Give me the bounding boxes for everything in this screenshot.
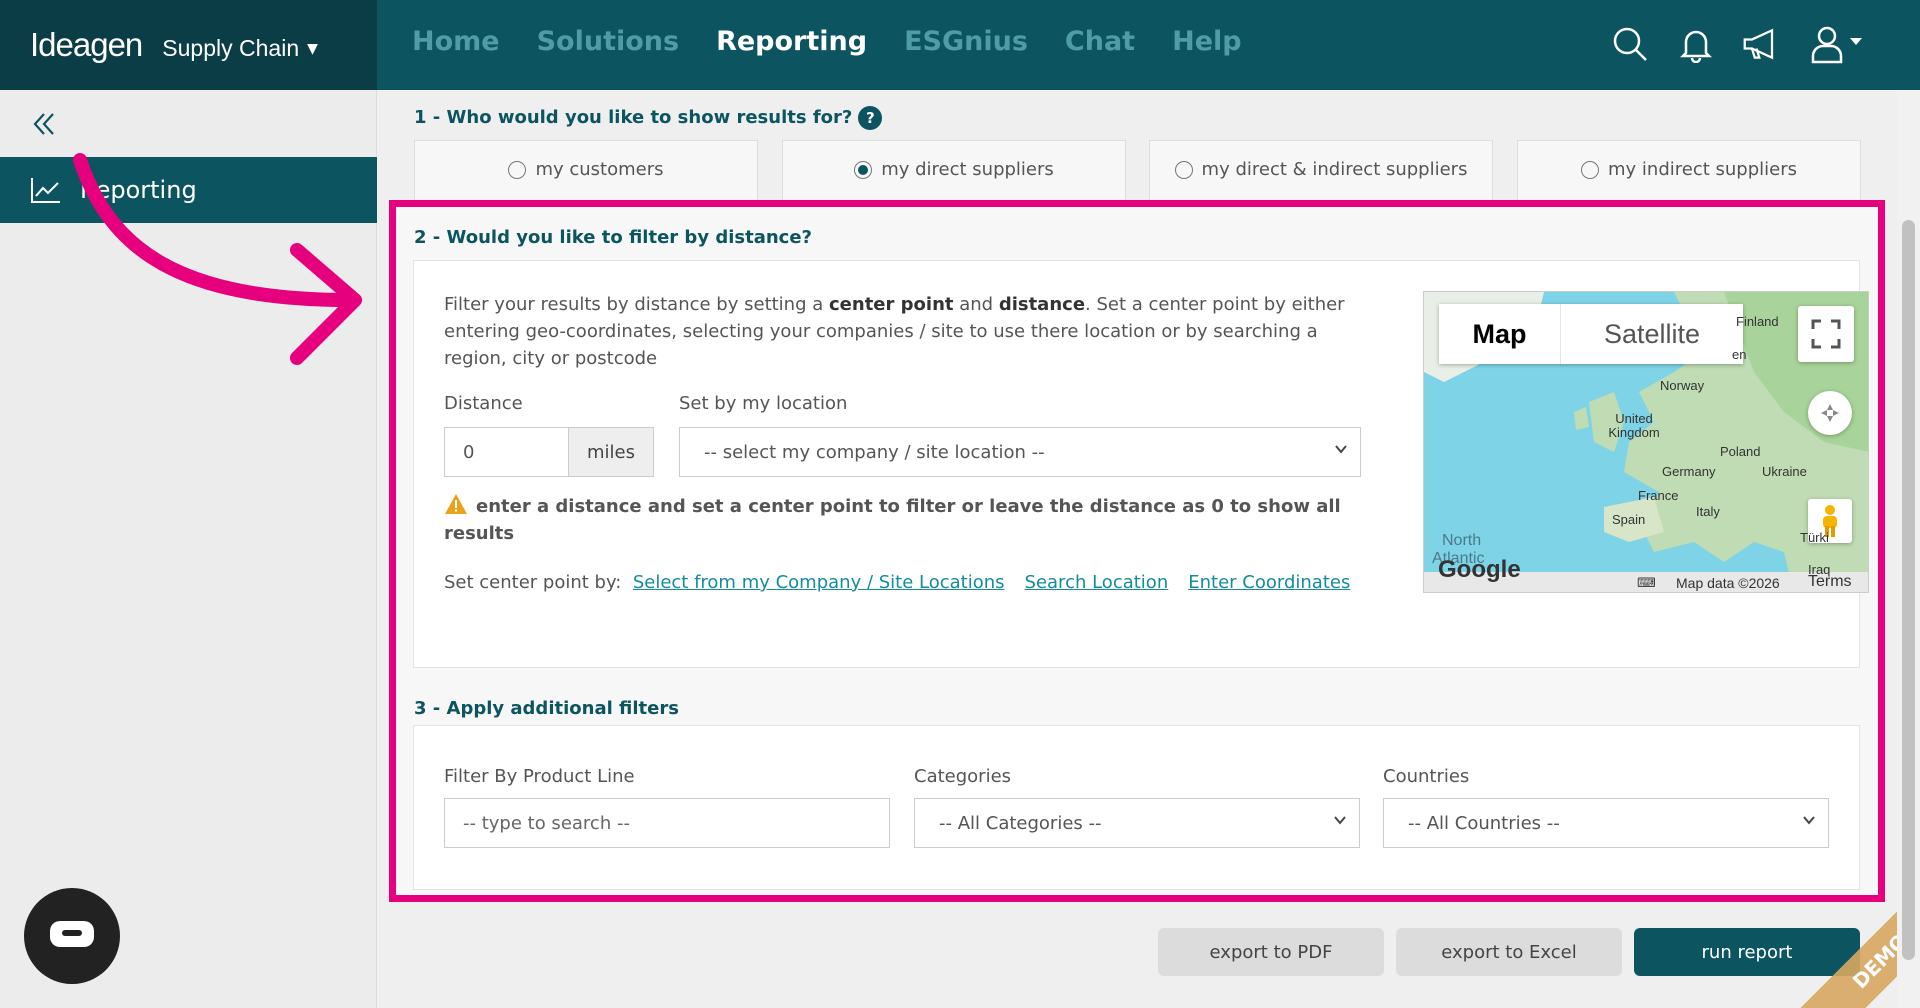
keyboard-icon[interactable]: ⌨ [1637, 575, 1656, 591]
option-my-direct-suppliers[interactable]: my direct suppliers [782, 140, 1126, 200]
link-company-site-locations[interactable]: Select from my Company / Site Locations [633, 572, 1005, 593]
radio-selected-icon[interactable] [854, 161, 873, 179]
countries-label: Countries [1383, 766, 1470, 787]
center-point-options: Set center point by: Select from my Comp… [444, 572, 1351, 593]
categories-label: Categories [914, 766, 1012, 787]
warning-message: enter a distance and set a center point … [444, 493, 1374, 547]
distance-label: Distance [444, 393, 523, 414]
radio-icon[interactable] [1174, 161, 1193, 179]
radio-icon[interactable] [1581, 161, 1599, 179]
ideagen-logo: Ideagen [30, 26, 143, 63]
section-1-title: 1 - Who would you like to show results f… [414, 106, 883, 130]
distance-description: Filter your results by distance by setti… [444, 294, 1345, 369]
compass-icon[interactable] [1808, 391, 1852, 435]
nav-chat[interactable]: Chat [1065, 26, 1135, 57]
help-icon[interactable]: ? [858, 106, 883, 130]
categories-select[interactable]: -- All Categories -- [914, 798, 1360, 848]
megaphone-icon[interactable] [1742, 22, 1782, 66]
countries-select[interactable]: -- All Countries -- [1383, 798, 1829, 848]
chat-icon [50, 921, 94, 947]
section-3-title: 3 - Apply additional filters [414, 698, 679, 719]
main-nav: Home Solutions Reporting ESGnius Chat He… [412, 26, 1242, 57]
chat-launcher-button[interactable] [24, 888, 120, 984]
map-type-satellite-button[interactable]: Satellite [1561, 304, 1743, 364]
option-my-customers[interactable]: my customers [414, 140, 758, 200]
location-select[interactable]: -- select my company / site location -- [679, 427, 1361, 477]
highlight-frame: 2 - Would you like to filter by distance… [389, 200, 1885, 902]
scrollbar-thumb[interactable] [1902, 220, 1915, 960]
nav-help[interactable]: Help [1172, 26, 1242, 57]
link-search-location[interactable]: Search Location [1025, 572, 1169, 593]
radio-icon[interactable] [508, 161, 527, 179]
nav-reporting[interactable]: Reporting [716, 26, 867, 57]
search-icon[interactable] [1610, 22, 1650, 66]
chevron-down-icon [1334, 816, 1346, 825]
map-type-map-button[interactable]: Map [1439, 304, 1561, 364]
caret-down-icon: ▼ [307, 41, 318, 57]
option-indirect-suppliers[interactable]: my indirect suppliers [1517, 140, 1861, 200]
distance-filter-card: Filter your results by distance by setti… [413, 260, 1869, 668]
location-label: Set by my location [679, 393, 848, 414]
chevron-down-icon [1335, 445, 1347, 454]
link-enter-coordinates[interactable]: Enter Coordinates [1188, 572, 1350, 593]
brand[interactable]: Ideagen Supply Chain ▼ [0, 0, 377, 90]
map-type-toggle[interactable]: Map Satellite [1439, 304, 1743, 364]
nav-home[interactable]: Home [412, 26, 500, 57]
export-excel-button[interactable]: export to Excel [1396, 928, 1622, 976]
section-2-title: 2 - Would you like to filter by distance… [414, 227, 812, 248]
google-logo: Google [1438, 556, 1521, 583]
product-name: Supply Chain [162, 34, 300, 61]
miles-addon: miles [568, 427, 654, 477]
distance-input[interactable]: 0 [444, 427, 569, 477]
nav-esgnius[interactable]: ESGnius [904, 26, 1028, 57]
map-terms-link[interactable]: Terms [1808, 573, 1852, 591]
run-report-button[interactable]: run report [1634, 928, 1860, 976]
bell-icon[interactable] [1676, 22, 1716, 66]
nav-solutions[interactable]: Solutions [537, 26, 679, 57]
warning-icon [445, 494, 467, 514]
option-direct-indirect-suppliers[interactable]: my direct & indirect suppliers [1149, 140, 1493, 200]
chevron-down-icon [1803, 816, 1815, 825]
product-line-input[interactable]: -- type to search -- [444, 798, 890, 848]
top-bar: Ideagen Supply Chain ▼ Home Solutions Re… [0, 0, 1920, 90]
export-pdf-button[interactable]: export to PDF [1158, 928, 1384, 976]
product-line-label: Filter By Product Line [444, 766, 635, 787]
additional-filters-card: Filter By Product Line -- type to search… [413, 725, 1860, 890]
user-icon[interactable] [1808, 22, 1868, 66]
scrollbar[interactable] [1897, 90, 1920, 1008]
fullscreen-icon[interactable] [1798, 306, 1854, 362]
map-widget[interactable]: Map Satellite Finland en Norway United K… [1423, 291, 1869, 593]
annotation-arrow [73, 153, 362, 365]
